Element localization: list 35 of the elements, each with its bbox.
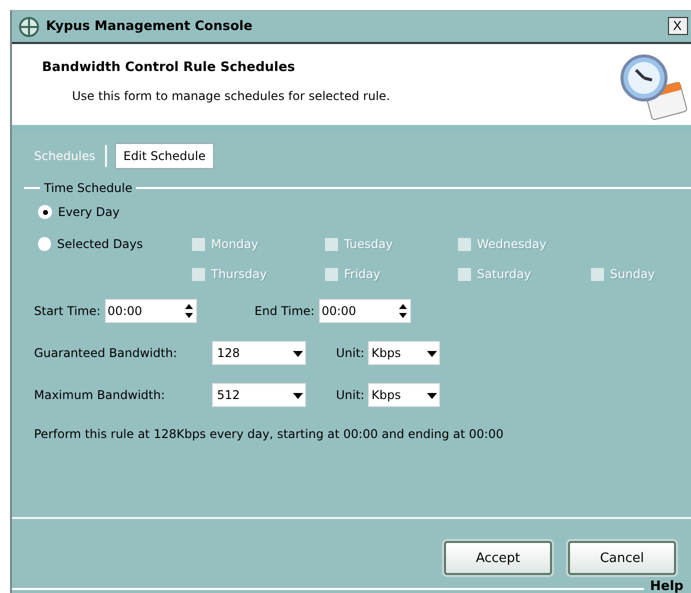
- dialog-button[interactable]: Cancel: [568, 541, 676, 575]
- checkbox-label: Monday: [211, 237, 258, 252]
- summary-text: Perform this rule at 128Kbps every day, starting at 00:00 and ending at 00:00: [34, 427, 504, 442]
- group-title: Time Schedule: [44, 181, 132, 196]
- header-title: Bandwidth Control Rule Schedules: [42, 60, 296, 76]
- field-label: Guaranteed Bandwidth:: [34, 346, 178, 360]
- dialog-button[interactable]: Accept: [444, 541, 552, 575]
- start-time-label: Start Time:: [34, 304, 101, 318]
- unit-label: Unit:: [336, 388, 364, 402]
- radio-label: Selected Days: [57, 237, 144, 252]
- checkbox-label: Friday: [344, 267, 380, 282]
- checkbox-label: Sunday: [610, 267, 655, 282]
- window-title: Kypus Management Console: [46, 19, 252, 34]
- bandwidth-dropdown[interactable]: 512: [212, 383, 306, 408]
- end-time-field[interactable]: 00:00: [318, 299, 411, 324]
- header-description: Use this form to manage schedules for selected rule.: [72, 89, 392, 104]
- checkbox-label: Wednesday: [477, 237, 546, 252]
- tab[interactable]: Edit Schedule: [115, 143, 214, 170]
- end-time-label: End Time:: [254, 304, 315, 318]
- close-button[interactable]: X: [668, 17, 688, 35]
- clock-calendar-icon: [618, 52, 688, 122]
- unit-dropdown[interactable]: Kbps: [368, 341, 440, 366]
- checkbox-label: Tuesday: [344, 237, 393, 252]
- field-label: Maximum Bandwidth:: [34, 388, 166, 402]
- radio-label: Every Day: [58, 205, 120, 220]
- bandwidth-dropdown[interactable]: 128: [212, 341, 306, 366]
- radio-button[interactable]: [38, 205, 52, 220]
- globe-icon: [18, 16, 40, 38]
- checkbox-label: Thursday: [211, 267, 267, 282]
- checkbox-label: Saturday: [477, 267, 532, 282]
- radio-button[interactable]: [38, 237, 52, 252]
- unit-dropdown[interactable]: Kbps: [368, 383, 440, 408]
- help-label: Help: [650, 579, 684, 593]
- unit-label: Unit:: [336, 346, 364, 360]
- start-time-field[interactable]: 00:00: [104, 299, 197, 324]
